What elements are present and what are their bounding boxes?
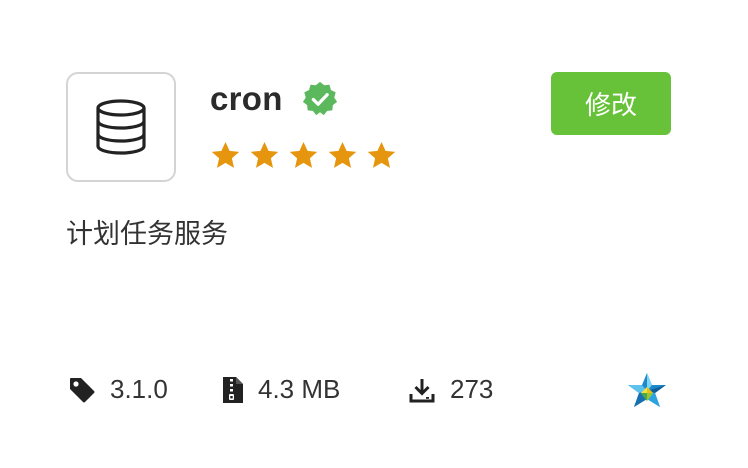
tag-icon — [70, 377, 95, 402]
verified-badge-icon — [302, 81, 337, 116]
rating-stars — [210, 140, 405, 171]
title-row: cron — [210, 80, 339, 118]
database-icon — [96, 99, 146, 155]
star-icon — [328, 141, 357, 168]
app-card: cron 修改 计划任务服务 3.1.0 4.3 MB 273 — [0, 0, 748, 468]
downloads-info: 273 — [408, 374, 493, 405]
star-logo-icon — [628, 373, 666, 407]
downloads-text: 273 — [450, 374, 494, 404]
size-info: 4.3 MB — [222, 374, 340, 405]
star-icon — [367, 141, 396, 168]
app-description: 计划任务服务 — [66, 219, 228, 250]
version-info: 3.1.0 — [68, 374, 168, 405]
star-icon — [250, 141, 279, 168]
app-icon — [66, 72, 176, 182]
download-icon — [409, 378, 435, 402]
star-icon — [211, 141, 240, 168]
edit-button[interactable]: 修改 — [551, 72, 671, 135]
size-text: 4.3 MB — [258, 374, 341, 404]
star-icon — [289, 141, 318, 168]
app-name: cron — [210, 80, 283, 117]
zip-file-icon — [223, 376, 243, 403]
version-text: 3.1.0 — [110, 374, 168, 404]
